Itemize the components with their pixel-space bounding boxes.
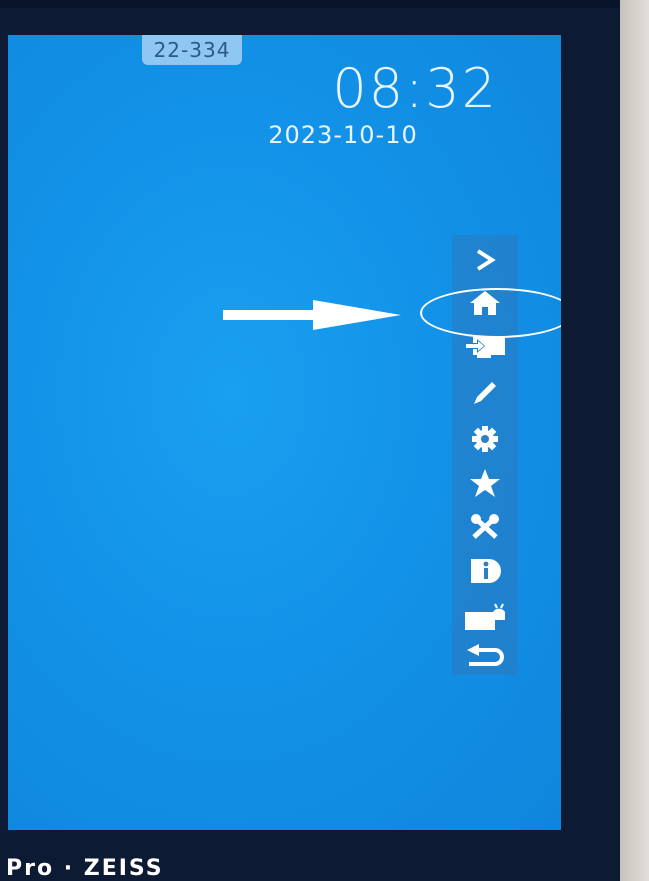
annotate-button[interactable] [452, 373, 518, 413]
display-screen: 22-334 08:32 2023-10-10 [8, 35, 561, 830]
star-icon [470, 469, 500, 497]
pencil-icon [474, 382, 496, 404]
pointer-arrow [223, 300, 401, 330]
gear-icon [472, 426, 498, 452]
clock: 08:32 [332, 57, 498, 120]
bezel-brand-label: Pro · ZEISS [6, 856, 164, 881]
tools-button[interactable] [452, 507, 518, 547]
input-source-icon [465, 337, 505, 358]
info-icon [471, 559, 501, 583]
wall-background [620, 0, 649, 881]
favorites-button[interactable] [452, 463, 518, 503]
return-arrow-icon [467, 644, 504, 666]
home-highlight-circle [420, 288, 561, 338]
settings-button[interactable] [452, 419, 518, 459]
chevron-right-icon [476, 249, 496, 271]
bezel-top [0, 0, 620, 8]
info-button[interactable] [452, 551, 518, 591]
display-bezel: 22-334 08:32 2023-10-10 Pro · ZEISS [0, 0, 620, 881]
date: 2023-10-10 [268, 121, 418, 149]
expand-button[interactable] [452, 240, 518, 280]
back-button[interactable] [452, 637, 518, 677]
screen-share-button[interactable] [452, 597, 518, 637]
android-display-icon [465, 603, 505, 630]
tools-icon [471, 514, 499, 539]
